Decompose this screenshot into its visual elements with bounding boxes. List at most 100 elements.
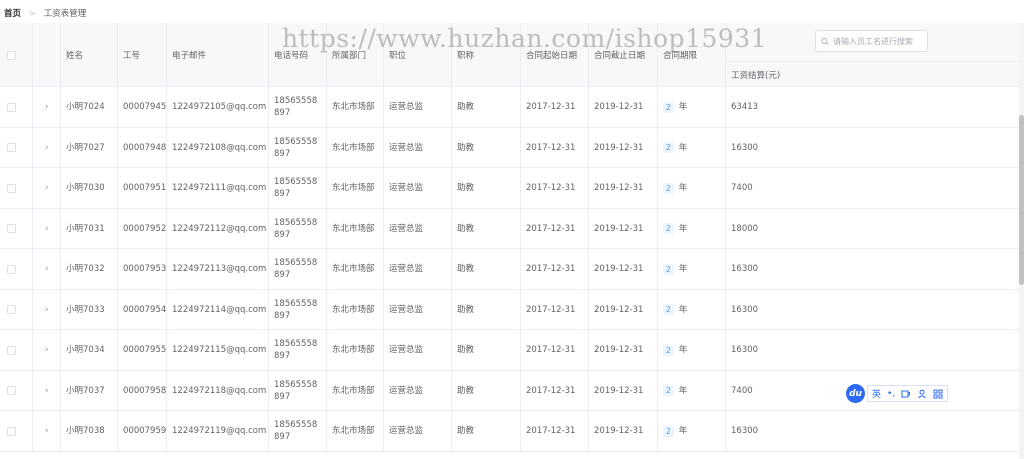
row-expand-cell: › xyxy=(39,371,49,411)
ime-logo-icon[interactable]: du xyxy=(846,384,865,403)
chevron-right-icon[interactable]: › xyxy=(45,223,49,235)
header-name[interactable]: 姓名 xyxy=(60,23,83,87)
ime-punct-toggle[interactable]: •, xyxy=(887,389,895,399)
cell-name: 小明7031 xyxy=(66,223,105,234)
header-dept[interactable]: 所属部门 xyxy=(326,23,366,87)
cell-employee-id: 00007952 xyxy=(123,223,167,234)
chevron-right-icon[interactable]: › xyxy=(45,101,49,113)
cell-term: 2年 xyxy=(657,411,687,451)
row-checkbox[interactable] xyxy=(7,305,16,314)
header-select-all-cell xyxy=(1,23,16,87)
header-term[interactable]: 合同期限 xyxy=(657,23,697,87)
cell-email: 1224972119@qq.com xyxy=(172,426,267,436)
breadcrumb-home[interactable]: 首页 xyxy=(4,7,21,19)
header-email[interactable]: 电子邮件 xyxy=(166,23,206,87)
row-select-cell xyxy=(1,249,16,289)
row-expand-cell: › xyxy=(39,168,49,208)
term-badge: 2 xyxy=(663,223,674,234)
cell-position: 运营总监 xyxy=(389,264,424,274)
cell-start-date: 2017-12-31 xyxy=(526,304,576,315)
cell-term: 2年 xyxy=(657,330,687,370)
cell-position: 运营总监 xyxy=(389,345,424,355)
select-all-checkbox[interactable] xyxy=(7,50,16,60)
ime-toolbar[interactable]: du 英 •, xyxy=(846,384,949,403)
chevron-right-icon[interactable]: › xyxy=(45,425,49,437)
header-salary[interactable]: 工资结算(元) xyxy=(725,61,1019,87)
row-select-cell xyxy=(1,290,16,330)
salary-table-page: 首页 > 工资表管理 https://www.huzhan.com/ishop1… xyxy=(0,0,1024,459)
search-box[interactable] xyxy=(815,30,928,52)
cell-position: 运营总监 xyxy=(389,304,424,315)
row-expand-cell: › xyxy=(39,411,49,451)
row-select-cell xyxy=(1,87,16,127)
row-checkbox[interactable] xyxy=(7,224,16,233)
vertical-scrollbar[interactable] xyxy=(1019,23,1024,459)
row-checkbox[interactable] xyxy=(7,386,16,395)
cup-icon[interactable] xyxy=(901,389,911,399)
cell-position: 运营总监 xyxy=(389,102,424,112)
cell-email: 1224972108@qq.com xyxy=(172,142,267,153)
chevron-right-icon[interactable]: › xyxy=(45,142,49,154)
ime-lang-toggle[interactable]: 英 xyxy=(872,387,881,400)
term-unit: 年 xyxy=(678,223,688,234)
row-checkbox[interactable] xyxy=(7,183,16,193)
term-badge: 2 xyxy=(663,182,674,194)
row-checkbox[interactable] xyxy=(7,143,16,152)
row-expand-cell: › xyxy=(39,209,49,249)
table-row[interactable]: › 小明7024 00007945 1224972105@qq.com 18565558… xyxy=(0,87,1019,128)
table-row[interactable]: › 小明7032 00007953 1224972113@qq.com 18565558… xyxy=(0,249,1019,290)
cell-dept: 东北市场部 xyxy=(332,304,375,315)
cell-phone: 18565558897 xyxy=(274,379,318,402)
cell-end-date: 2019-12-31 xyxy=(594,304,644,315)
cell-dept: 东北市场部 xyxy=(332,426,375,436)
scrollbar-thumb[interactable] xyxy=(1019,115,1024,285)
table-row[interactable]: › 小明7033 00007954 1224972114@qq.com 18565558… xyxy=(0,289,1019,330)
cell-salary: 7400 xyxy=(731,183,753,193)
search-input[interactable] xyxy=(833,36,927,46)
header-title[interactable]: 职称 xyxy=(451,23,474,87)
cell-end-date: 2019-12-31 xyxy=(594,102,644,112)
chevron-right-icon[interactable]: › xyxy=(45,385,49,397)
chevron-right-icon[interactable]: › xyxy=(45,304,49,316)
chevron-right-icon[interactable]: › xyxy=(45,182,49,194)
row-checkbox[interactable] xyxy=(7,264,16,274)
table-row[interactable]: › 小明7038 00007959 1224972119@qq.com 18565558… xyxy=(0,411,1019,452)
row-checkbox[interactable] xyxy=(7,426,16,436)
row-checkbox[interactable] xyxy=(7,102,16,112)
search-icon xyxy=(821,37,829,45)
cell-phone: 18565558897 xyxy=(274,136,318,159)
cell-title: 助教 xyxy=(457,304,475,315)
cell-salary: 7400 xyxy=(731,385,753,396)
cell-salary: 16300 xyxy=(731,426,759,436)
col-divider xyxy=(32,370,33,410)
cell-title: 助教 xyxy=(457,264,475,274)
cell-position: 运营总监 xyxy=(389,142,424,153)
row-select-cell xyxy=(1,209,16,249)
cell-end-date: 2019-12-31 xyxy=(594,345,644,355)
cell-email: 1224972111@qq.com xyxy=(172,183,267,193)
cell-phone: 18565558897 xyxy=(274,298,318,321)
cell-end-date: 2019-12-31 xyxy=(594,426,644,436)
term-badge: 2 xyxy=(663,101,674,113)
header-id[interactable]: 工号 xyxy=(117,23,140,87)
table-row[interactable]: › 小明7031 00007952 1224972112@qq.com 18565558… xyxy=(0,208,1019,249)
cell-dept: 东北市场部 xyxy=(332,142,375,153)
cell-salary: 16300 xyxy=(731,142,759,153)
row-expand-cell: › xyxy=(39,128,49,168)
header-end-date[interactable]: 合同截止日期 xyxy=(588,23,645,87)
chevron-right-icon[interactable]: › xyxy=(45,344,49,356)
breadcrumb-separator: > xyxy=(29,8,36,18)
cell-name: 小明7033 xyxy=(66,304,105,315)
header-phone[interactable]: 电话号码 xyxy=(268,23,308,87)
term-unit: 年 xyxy=(678,304,688,315)
header-start-date[interactable]: 合同起始日期 xyxy=(520,23,577,87)
header-position[interactable]: 职位 xyxy=(383,23,406,87)
table-row[interactable]: › 小明7030 00007951 1224972111@qq.com 18565558… xyxy=(0,168,1019,209)
row-checkbox[interactable] xyxy=(7,345,16,355)
user-icon[interactable] xyxy=(917,389,927,399)
cell-name: 小明7032 xyxy=(66,264,105,274)
table-row[interactable]: › 小明7034 00007955 1224972115@qq.com 18565558… xyxy=(0,330,1019,371)
grid-icon[interactable] xyxy=(933,389,943,399)
chevron-right-icon[interactable]: › xyxy=(45,263,49,275)
table-row[interactable]: › 小明7027 00007948 1224972108@qq.com 18565558… xyxy=(0,127,1019,168)
